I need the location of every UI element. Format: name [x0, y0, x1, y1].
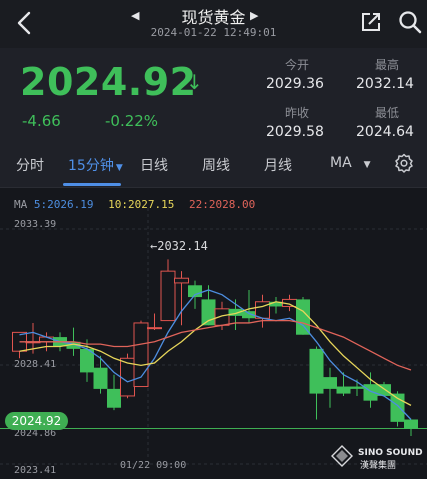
- candle: [390, 391, 405, 427]
- candle: [323, 367, 337, 408]
- candle: [147, 313, 162, 331]
- candle: [93, 355, 108, 394]
- tab-time-share[interactable]: 分时: [16, 155, 44, 175]
- tab-ma[interactable]: MA ▼: [330, 155, 371, 171]
- candle: [404, 419, 418, 436]
- candle: [12, 331, 27, 359]
- candle: [174, 271, 189, 326]
- sino-sound-logo: SINO SOUND 漢聲集團: [331, 445, 423, 471]
- candles: [12, 259, 418, 436]
- price-change-pct: -0.22%: [105, 112, 159, 130]
- candlestick-chart[interactable]: [0, 188, 427, 479]
- gear-icon[interactable]: [394, 153, 414, 173]
- candle: [120, 353, 135, 399]
- high-label: 最高: [375, 58, 400, 72]
- candle: [242, 289, 256, 323]
- candle-body: [147, 327, 162, 330]
- next-symbol-icon[interactable]: ▶: [250, 9, 258, 22]
- search-icon[interactable]: [398, 9, 422, 35]
- last-price: 2024.92: [20, 60, 197, 104]
- current-price-badge: 2024.92: [5, 412, 68, 430]
- candle-body: [336, 386, 351, 394]
- low-label: 最低: [375, 106, 400, 120]
- high-marker-label: ←2032.14: [150, 239, 208, 253]
- price-change: -4.66: [22, 112, 61, 130]
- header-bar: ◀ 现货黄金 ▶ 2024-01-22 12:49:01: [0, 0, 427, 48]
- share-icon[interactable]: [360, 11, 382, 33]
- candle-body: [309, 348, 324, 394]
- candle-body: [93, 367, 108, 389]
- tab-daily[interactable]: 日线: [140, 155, 168, 175]
- candle-body: [323, 377, 337, 389]
- open-label: 今开: [285, 58, 310, 72]
- y-axis-bottom-label: 2023.41: [14, 465, 57, 476]
- open-value: 2029.36: [266, 76, 324, 92]
- caret-down-icon: ▼: [363, 160, 371, 170]
- tab-ma-label: MA: [330, 155, 352, 171]
- candle: [336, 372, 351, 396]
- logo-text-en: SINO SOUND: [358, 448, 423, 458]
- logo-text-cn: 漢聲集團: [360, 459, 396, 471]
- candle: [107, 374, 121, 411]
- period-tabs: 分时 15分钟 ▼ 日线 周线 月线 MA ▼: [0, 140, 427, 188]
- tab-monthly[interactable]: 月线: [264, 155, 292, 175]
- caret-down-icon: ▼: [115, 163, 123, 173]
- tab-15min-label: 15分钟: [68, 158, 114, 174]
- candle: [255, 294, 270, 328]
- candle-body: [160, 270, 176, 322]
- candle-body: [350, 386, 364, 389]
- candle: [309, 346, 324, 420]
- candle-body: [107, 388, 121, 408]
- prev-close-value: 2029.58: [266, 124, 324, 140]
- candle-body: [404, 419, 418, 429]
- quote-panel: 2024.92 ↓ -4.66 -0.22% 今开 2029.36 最高 203…: [0, 48, 427, 140]
- active-tab-indicator: [63, 183, 121, 186]
- candle-body: [201, 299, 216, 326]
- candle-body: [174, 277, 189, 284]
- y-axis-mid-label: 2028.41: [14, 359, 57, 370]
- candle: [363, 372, 378, 408]
- y-axis-top-label: 2033.39: [14, 219, 57, 230]
- down-arrow-icon: ↓: [186, 70, 203, 94]
- x-axis-time-label: 01/22 09:00: [120, 460, 187, 471]
- low-value: 2024.64: [356, 124, 414, 140]
- tab-15min[interactable]: 15分钟 ▼: [68, 155, 123, 175]
- prev-close-label: 昨收: [285, 106, 310, 120]
- candle: [269, 297, 283, 314]
- high-value: 2032.14: [356, 76, 414, 92]
- candle: [160, 259, 176, 322]
- tab-weekly[interactable]: 周线: [202, 155, 230, 175]
- logo-mark-icon: [331, 445, 353, 467]
